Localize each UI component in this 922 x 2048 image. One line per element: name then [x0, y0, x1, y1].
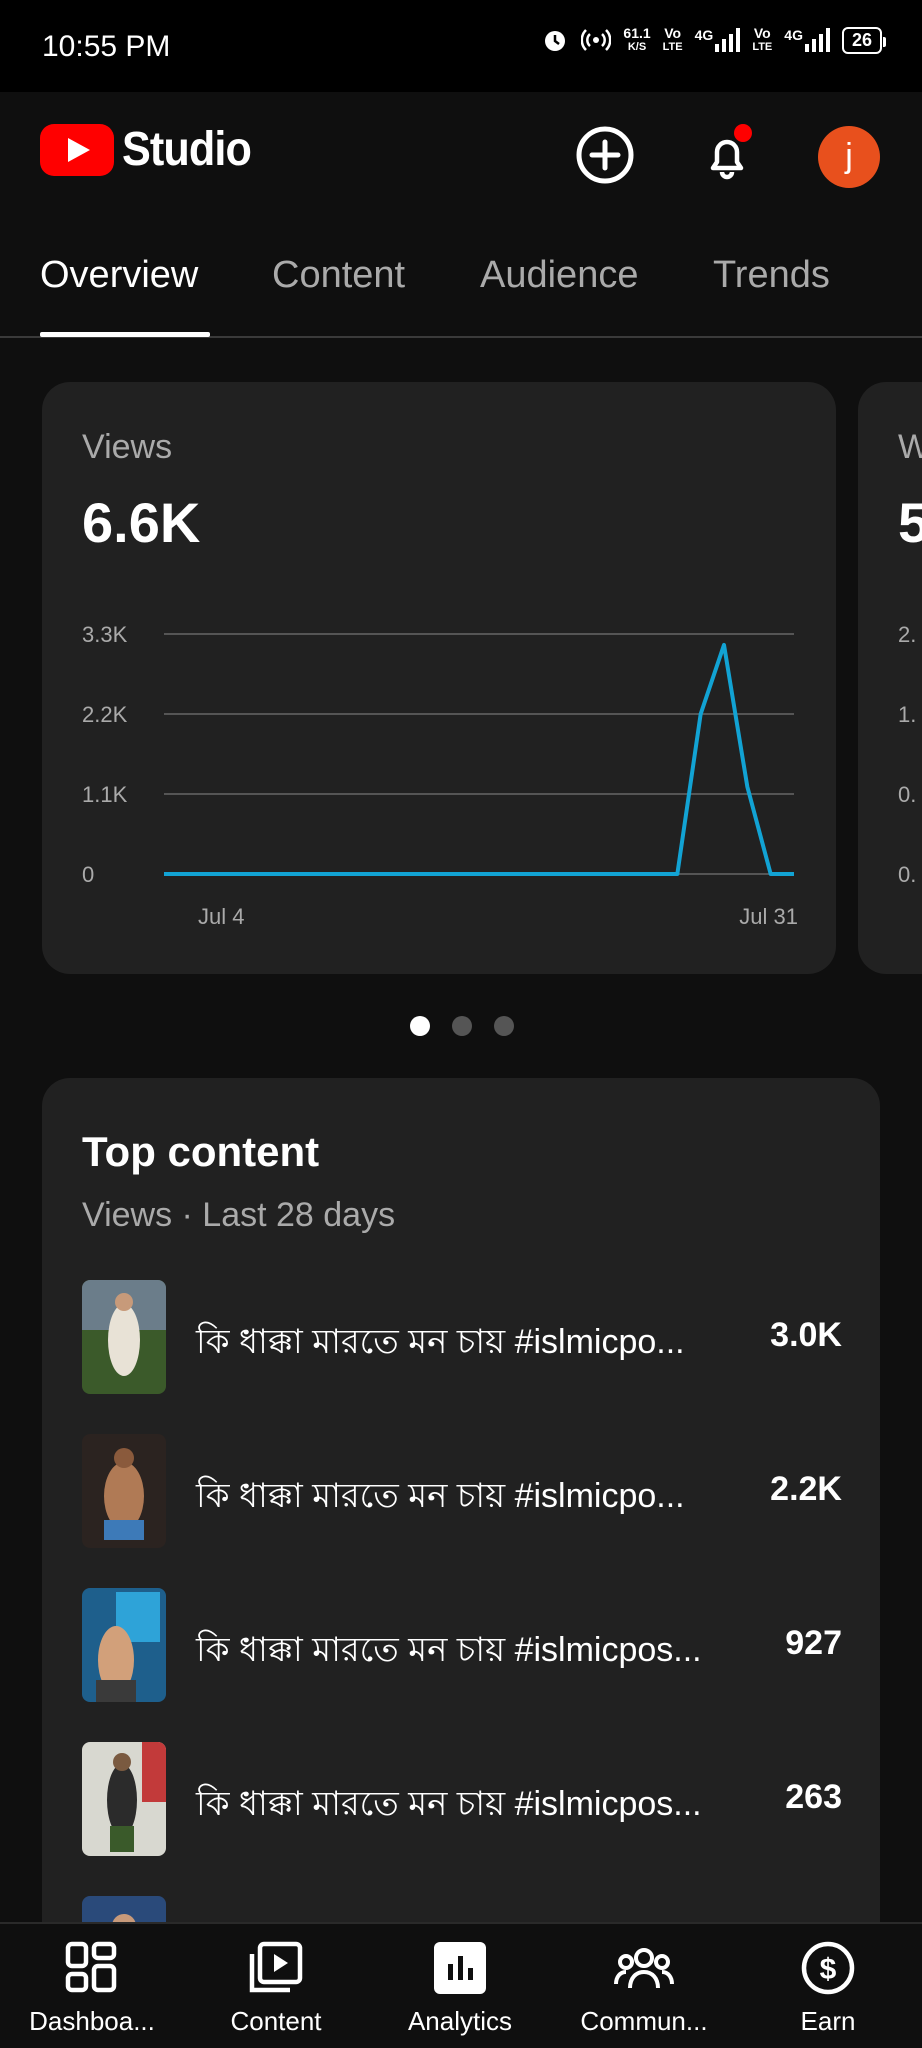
nav-label: Content — [230, 2006, 322, 2036]
video-thumbnail — [82, 1434, 166, 1548]
pager-dot[interactable] — [410, 1016, 430, 1036]
svg-text:$: $ — [820, 1953, 837, 1986]
video-views: 3.0K — [770, 1316, 842, 1354]
views-series-line — [164, 642, 794, 876]
video-title: কি ধাক্কা মারতে মন চায় #islmicpos... — [196, 1785, 702, 1823]
watch-time-card[interactable]: W 5 2. 1. 0. 0. — [858, 382, 922, 974]
status-icons: 61.1 K/S Vo LTE 4G Vo LTE 4G 26 — [541, 26, 887, 54]
lte-1: LTE — [662, 41, 683, 53]
tab-content[interactable]: Content — [272, 254, 405, 297]
battery-indicator: 26 — [841, 26, 887, 54]
vo-2: Vo — [753, 25, 771, 41]
volte-2: Vo LTE — [752, 26, 772, 54]
watch-time-value: 5 — [898, 491, 922, 554]
pager-dot[interactable] — [494, 1016, 514, 1036]
list-item[interactable]: কি ধাক্কা মারতে মন চায় #islmicpos... 26… — [82, 1742, 842, 1858]
x-tick-label: Jul 4 — [198, 904, 244, 929]
list-item[interactable]: কি ধাক্কা মারতে মন চায় #islmicpos... 92… — [82, 1588, 842, 1704]
nav-label: Dashboa... — [29, 2006, 155, 2036]
video-views: 263 — [785, 1778, 842, 1816]
net-type-1: 4G — [694, 27, 714, 43]
tab-overview[interactable]: Overview — [40, 254, 198, 297]
community-icon — [614, 1948, 674, 1989]
video-thumbnail — [82, 1588, 166, 1702]
list-item[interactable]: কি ধাক্কা মারতে মন চায় #islmicpo... 2.2… — [82, 1434, 842, 1550]
net-speed-unit: K/S — [627, 41, 647, 53]
active-tab-indicator — [40, 332, 210, 337]
create-button[interactable] — [574, 124, 636, 186]
top-content-title: Top content — [82, 1128, 320, 1175]
lte-2: LTE — [752, 41, 773, 53]
top-content-card: Top content Views · Last 28 days কি ধাক্… — [42, 1078, 880, 2048]
carousel-pager — [410, 1016, 514, 1036]
tab-audience[interactable]: Audience — [480, 254, 638, 297]
volte-1: Vo LTE — [663, 26, 683, 54]
signal-bars-1-icon — [715, 28, 741, 52]
video-thumbnail — [82, 1280, 166, 1394]
top-content-subtitle: Views · Last 28 days — [82, 1196, 396, 1234]
status-bar: 10:55 PM 61.1 K/S Vo LTE 4G Vo LTE 4G 26 — [0, 0, 922, 92]
nav-label: Commun... — [580, 2006, 708, 2036]
analytics-icon — [434, 1942, 486, 1994]
vo-1: Vo — [664, 25, 682, 41]
x-tick-label: Jul 31 — [739, 904, 798, 929]
views-card[interactable]: Views 6.6K 0 1.1K 2.2K 3.3K Jul 4 Jul 31 — [42, 382, 836, 974]
list-item[interactable]: কি ধাক্কা মারতে মন চায় #islmicpo... 3.0… — [82, 1280, 842, 1396]
peek-tick: 0. — [898, 862, 917, 887]
peek-tick: 0. — [898, 782, 917, 807]
signal-1: 4G — [695, 28, 741, 52]
video-thumbnail — [82, 1742, 166, 1856]
account-avatar[interactable]: j — [818, 126, 880, 188]
video-title: কি ধাক্কা মারতে মন চায় #islmicpo... — [196, 1323, 685, 1361]
y-tick-label: 2.2K — [82, 702, 128, 727]
tab-trends[interactable]: Trends — [713, 254, 830, 297]
video-title: কি ধাক্কা মারতে মন চায় #islmicpos... — [196, 1631, 702, 1669]
alarm-icon — [545, 31, 566, 51]
notification-badge — [734, 124, 752, 142]
nav-label: Analytics — [407, 2006, 513, 2036]
nav-earn[interactable]: $ Earn — [736, 1924, 920, 2048]
studio-logo[interactable]: Studio — [40, 122, 265, 177]
notifications-button[interactable] — [696, 124, 758, 186]
net-speed: 61.1 K/S — [623, 26, 650, 54]
video-views: 927 — [785, 1624, 842, 1662]
signal-bars-2-icon — [804, 28, 830, 52]
app-name: Studio — [122, 123, 252, 176]
content-icon — [249, 1941, 303, 1993]
nav-label: Earn — [800, 2006, 856, 2036]
net-speed-value: 61.1 — [623, 25, 651, 41]
net-type-2: 4G — [784, 27, 803, 43]
app-header: Studio j — [0, 92, 922, 220]
plus-circle-icon — [576, 126, 634, 184]
y-tick-label: 3.3K — [82, 622, 128, 647]
nav-content[interactable]: Content — [184, 1924, 368, 2048]
video-title: কি ধাক্কা মারতে মন চায় #islmicpo... — [196, 1477, 685, 1515]
pager-dot[interactable] — [452, 1016, 472, 1036]
status-time: 10:55 PM — [42, 30, 171, 63]
video-views: 2.2K — [770, 1470, 842, 1508]
youtube-logo-icon — [40, 123, 114, 176]
views-line-chart: 0 1.1K 2.2K 3.3K Jul 4 Jul 31 — [82, 622, 798, 929]
peek-tick: 2. — [898, 622, 917, 647]
earn-icon: $ — [801, 1941, 855, 1995]
nav-dashboard[interactable]: Dashboa... — [0, 1924, 184, 2048]
dashboard-icon — [65, 1941, 117, 1993]
signal-2: 4G — [784, 28, 830, 52]
peek-tick: 1. — [898, 702, 917, 727]
nav-analytics[interactable]: Analytics — [368, 1924, 552, 2048]
hotspot-icon — [581, 29, 612, 51]
bottom-navigation: Dashboa... Content Analytics Commun... $… — [0, 1922, 922, 2048]
nav-community[interactable]: Commun... — [552, 1924, 736, 2048]
analytics-tabs: Overview Content Audience Trends — [0, 220, 922, 338]
y-tick-label: 1.1K — [82, 782, 128, 807]
y-tick-label: 0 — [82, 862, 94, 887]
watch-time-label: W — [898, 428, 922, 466]
